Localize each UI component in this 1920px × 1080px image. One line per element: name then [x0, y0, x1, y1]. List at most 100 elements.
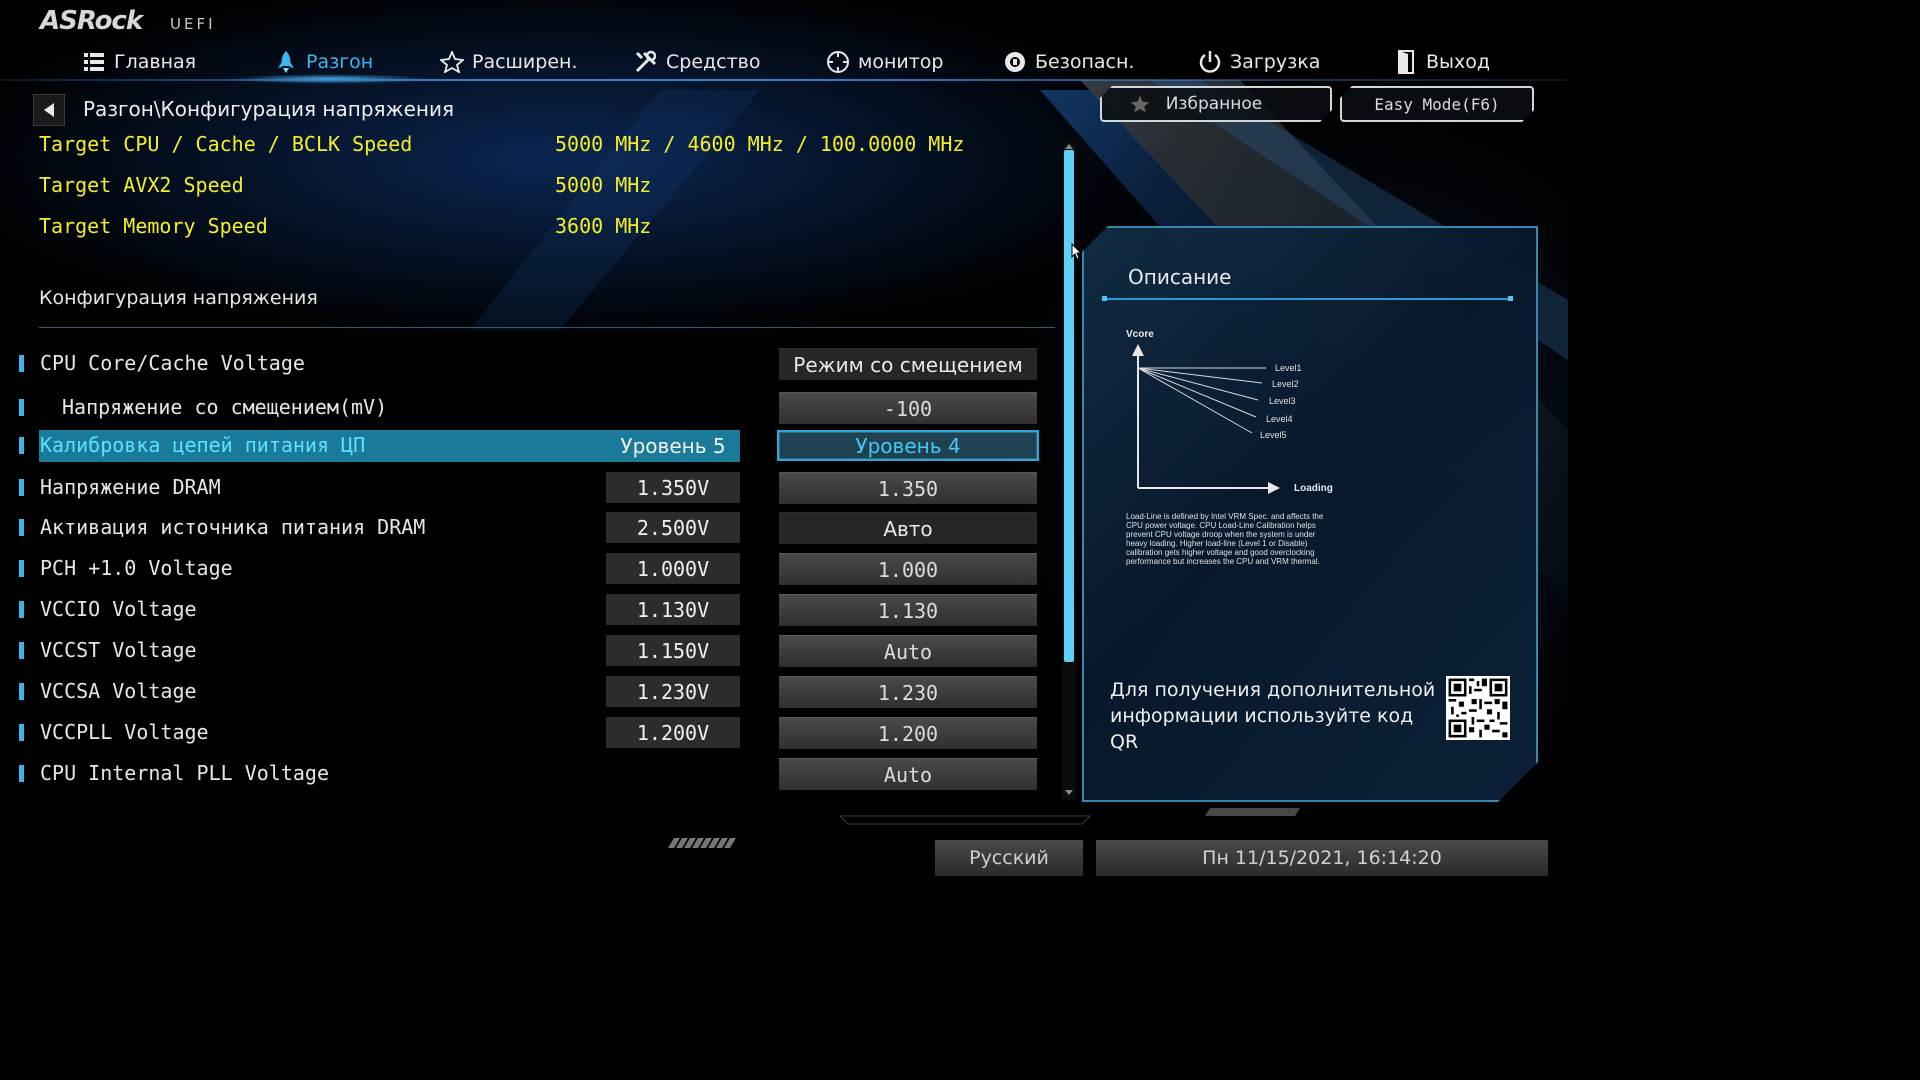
star-icon — [440, 50, 464, 74]
tab-tools[interactable]: Средство — [634, 44, 761, 80]
level-label: Level4 — [1266, 414, 1293, 424]
setting-control[interactable]: 1.350 — [779, 472, 1037, 504]
target-label: Target CPU / Cache / BCLK Speed — [39, 132, 413, 156]
uefi-label: UEFI — [170, 15, 216, 33]
star-icon — [1130, 94, 1150, 114]
favorites-button[interactable]: Избранное — [1100, 86, 1332, 122]
tab-exit-label: Выход — [1426, 51, 1491, 73]
tab-boot[interactable]: Загрузка — [1198, 44, 1320, 80]
shield-icon — [1003, 50, 1027, 74]
setting-control[interactable]: 1.230 — [779, 676, 1037, 708]
diagram-x-label: Loading — [1294, 483, 1333, 494]
datetime-display: Пн 11/15/2021, 16:14:20 — [1096, 840, 1548, 876]
setting-current-value: 1.200V — [606, 717, 740, 748]
setting-row-cpu-internal-pll-voltage[interactable]: CPU Internal PLL Voltage Auto — [0, 758, 1060, 792]
level-label: Level3 — [1269, 396, 1296, 406]
setting-label: PCH +1.0 Voltage — [40, 556, 233, 580]
setting-label: Калибровка цепей питания ЦП — [40, 433, 366, 457]
tab-security[interactable]: Безопасн. — [1003, 44, 1134, 80]
setting-control[interactable]: 1.200 — [779, 717, 1037, 749]
setting-control[interactable]: 1.000 — [779, 553, 1037, 585]
setting-control[interactable]: Уровень 4 — [777, 430, 1039, 461]
setting-label: Напряжение со смещением(mV) — [62, 395, 388, 419]
breadcrumb: Разгон\Конфигурация напряжения — [83, 97, 454, 121]
setting-label: VCCIO Voltage — [40, 597, 197, 621]
setting-row-dram-activation[interactable]: Активация источника питания DRAM 2.500V … — [0, 512, 1060, 546]
asrock-logo: ASRock — [40, 6, 143, 36]
tab-overclock-label: Разгон — [306, 51, 374, 73]
level-label: Level5 — [1260, 430, 1287, 440]
setting-row-vccsa-voltage[interactable]: VCCSA Voltage 1.230V 1.230 — [0, 676, 1060, 710]
load-line-diagram: Vcore Loading Level1 Level2 Level3 Level… — [1126, 329, 1333, 494]
row-marker — [19, 724, 24, 741]
section-title: Конфигурация напряжения — [39, 287, 318, 309]
row-marker — [19, 437, 24, 454]
divider-dot — [1102, 296, 1107, 301]
setting-current-value: 1.230V — [606, 676, 740, 707]
exit-icon — [1394, 50, 1418, 74]
monitor-icon — [826, 50, 850, 74]
divider-dot — [1508, 296, 1513, 301]
level-label: Level1 — [1275, 363, 1302, 373]
mouse-cursor-icon — [1071, 243, 1083, 260]
target-value: 5000 MHz / 4600 MHz / 100.0000 MHz — [555, 132, 965, 156]
target-row-cpu: Target CPU / Cache / BCLK Speed 5000 MHz… — [39, 132, 1039, 162]
power-icon — [1198, 50, 1222, 74]
tools-icon — [634, 50, 658, 74]
arrow-up-icon — [1065, 143, 1073, 149]
setting-label: VCCSA Voltage — [40, 679, 197, 703]
row-marker — [19, 355, 24, 372]
scroll-down-button[interactable] — [1064, 787, 1074, 797]
arrow-down-icon — [1065, 789, 1073, 795]
setting-label: Активация источника питания DRAM — [40, 515, 426, 539]
deco-hatch — [668, 838, 736, 848]
setting-current-value: 1.130V — [606, 594, 740, 625]
setting-row-llc[interactable]: Калибровка цепей питания ЦП Уровень 5 Ур… — [0, 430, 1060, 464]
setting-label: VCCST Voltage — [40, 638, 197, 662]
language-button[interactable]: Русский — [935, 840, 1083, 876]
setting-control[interactable]: Auto — [779, 758, 1037, 790]
setting-control[interactable]: Auto — [779, 635, 1037, 667]
back-arrow-icon — [44, 103, 54, 117]
setting-row-vccst-voltage[interactable]: VCCST Voltage 1.150V Auto — [0, 635, 1060, 669]
tab-monitor-label: монитор — [858, 51, 944, 73]
qr-code-icon — [1446, 676, 1510, 740]
target-row-avx2: Target AVX2 Speed 5000 MHz — [39, 173, 1039, 203]
tab-main-label: Главная — [114, 51, 197, 73]
setting-row-cpu-core-cache-voltage[interactable]: CPU Core/Cache Voltage Режим со смещение… — [0, 348, 1060, 382]
tab-tools-label: Средство — [666, 51, 761, 73]
tab-advanced[interactable]: Расширен. — [440, 44, 578, 80]
setting-row-pch-voltage[interactable]: PCH +1.0 Voltage 1.000V 1.000 — [0, 553, 1060, 587]
qr-hint-text: Для получения дополнительной информации … — [1110, 679, 1436, 753]
setting-row-dram-voltage[interactable]: Напряжение DRAM 1.350V 1.350 — [0, 472, 1060, 506]
back-button[interactable] — [33, 94, 65, 126]
description-text: Load-Line is defined by Intel VRM Spec. … — [1126, 512, 1324, 566]
setting-row-vccio-voltage[interactable]: VCCIO Voltage 1.130V 1.130 — [0, 594, 1060, 628]
row-marker — [19, 560, 24, 577]
setting-control[interactable]: -100 — [779, 392, 1037, 424]
tab-exit[interactable]: Выход — [1394, 44, 1490, 80]
setting-row-vccpll-voltage[interactable]: VCCPLL Voltage 1.200V 1.200 — [0, 717, 1060, 751]
target-row-memory: Target Memory Speed 3600 MHz — [39, 214, 1039, 244]
tab-main[interactable]: Главная — [82, 44, 196, 80]
setting-current-value: 1.000V — [606, 553, 740, 584]
setting-row-offset-voltage[interactable]: Напряжение со смещением(mV) -100 — [0, 392, 1060, 426]
setting-current-value: 2.500V — [606, 512, 740, 543]
rocket-icon — [274, 50, 298, 74]
tab-security-label: Безопасн. — [1035, 51, 1135, 73]
diagram-y-label: Vcore — [1126, 329, 1154, 340]
setting-control[interactable]: Режим со смещением — [779, 348, 1037, 380]
x-axis-arrow — [1268, 482, 1280, 494]
tab-boot-label: Загрузка — [1230, 51, 1321, 73]
target-value: 5000 MHz — [555, 173, 652, 197]
scrollbar-thumb[interactable] — [1064, 150, 1074, 662]
tab-monitor[interactable]: монитор — [826, 44, 943, 80]
level-lines — [1137, 367, 1266, 434]
setting-control[interactable]: Авто — [779, 512, 1037, 544]
setting-current-value: 1.150V — [606, 635, 740, 666]
easy-mode-button[interactable]: Easy Mode(F6) — [1340, 86, 1534, 122]
setting-control[interactable]: 1.130 — [779, 594, 1037, 626]
target-value: 3600 MHz — [555, 214, 652, 238]
list-icon — [82, 50, 106, 74]
setting-label: Напряжение DRAM — [40, 475, 221, 499]
